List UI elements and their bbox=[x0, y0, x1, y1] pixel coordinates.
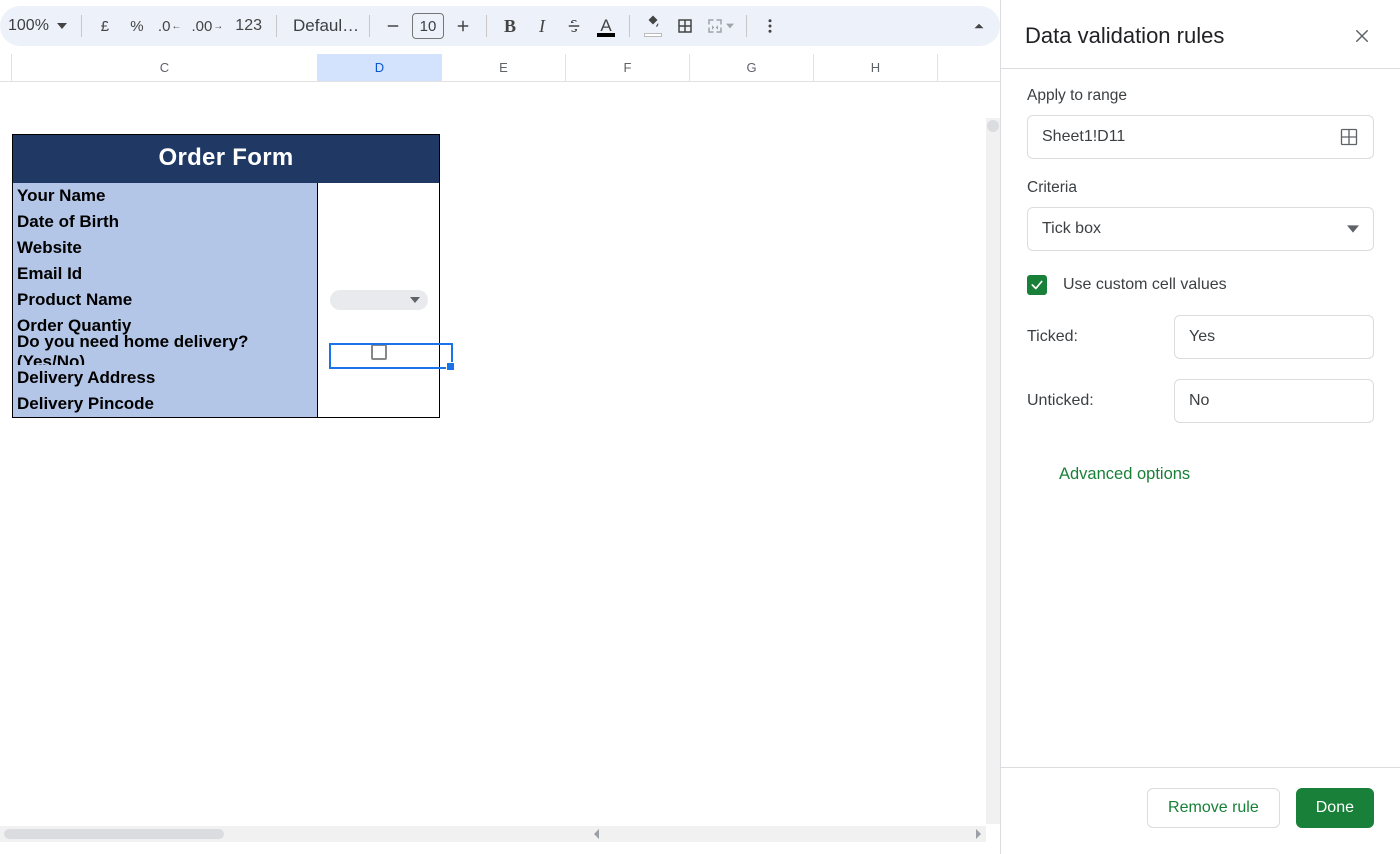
format-percent-button[interactable]: % bbox=[122, 11, 152, 41]
font-size-input[interactable]: 10 bbox=[412, 13, 444, 39]
zoom-dropdown[interactable]: 100% bbox=[0, 11, 73, 41]
form-title: Order Form bbox=[13, 135, 439, 183]
increase-font-size-button[interactable] bbox=[448, 11, 478, 41]
form-label: Do you need home delivery? (Yes/No) bbox=[13, 339, 317, 365]
bold-button[interactable]: B bbox=[495, 11, 525, 41]
form-label: Delivery Address bbox=[13, 365, 317, 391]
separator bbox=[81, 15, 82, 37]
font-name: Defaul… bbox=[293, 16, 359, 36]
more-formats-button[interactable]: 123 bbox=[229, 11, 268, 41]
text-color-button[interactable]: A bbox=[591, 11, 621, 41]
column-header-e[interactable]: E bbox=[442, 54, 566, 81]
form-value-cell[interactable] bbox=[317, 365, 439, 391]
toolbar: 100% £ % .0← .00→ 123 Defaul… 10 bbox=[0, 6, 1000, 46]
select-range-icon[interactable] bbox=[1339, 127, 1359, 147]
form-value-cell[interactable] bbox=[317, 391, 439, 417]
ticked-value-input[interactable]: Yes bbox=[1174, 315, 1374, 359]
form-label: Email Id bbox=[13, 261, 317, 287]
criteria-value: Tick box bbox=[1042, 220, 1101, 238]
scrollbar-thumb[interactable] bbox=[987, 120, 999, 132]
done-button[interactable]: Done bbox=[1296, 788, 1374, 828]
apply-to-range-label: Apply to range bbox=[1027, 87, 1374, 105]
product-dropdown-cell[interactable] bbox=[317, 287, 439, 313]
column-headers: C D E F G H bbox=[0, 54, 1000, 82]
dropdown-chip[interactable] bbox=[330, 290, 428, 310]
collapse-toolbar-button[interactable] bbox=[964, 11, 994, 41]
column-header-h[interactable]: H bbox=[814, 54, 938, 81]
form-label: Delivery Pincode bbox=[13, 391, 317, 417]
checkbox-unchecked-icon[interactable] bbox=[371, 344, 387, 360]
data-validation-sidebar: Data validation rules Apply to range She… bbox=[1000, 0, 1400, 854]
merge-cells-button[interactable] bbox=[702, 11, 738, 41]
format-currency-button[interactable]: £ bbox=[90, 11, 120, 41]
separator bbox=[629, 15, 630, 37]
borders-button[interactable] bbox=[670, 11, 700, 41]
more-toolbar-button[interactable] bbox=[755, 11, 785, 41]
form-label: Your Name bbox=[13, 183, 317, 209]
strikethrough-button[interactable] bbox=[559, 11, 589, 41]
form-value-cell[interactable] bbox=[317, 235, 439, 261]
decrease-font-size-button[interactable] bbox=[378, 11, 408, 41]
range-value: Sheet1!D11 bbox=[1042, 128, 1125, 146]
sidebar-title: Data validation rules bbox=[1025, 23, 1224, 49]
unticked-value-input[interactable]: No bbox=[1174, 379, 1374, 423]
row-header-spacer bbox=[0, 54, 12, 81]
column-header-c[interactable]: C bbox=[12, 54, 318, 81]
form-value-cell[interactable] bbox=[317, 183, 439, 209]
increase-decimal-button[interactable]: .00→ bbox=[187, 11, 227, 41]
form-label: Website bbox=[13, 235, 317, 261]
scrollbar-thumb[interactable] bbox=[4, 829, 224, 839]
unticked-label: Unticked: bbox=[1027, 392, 1094, 410]
scroll-left-icon[interactable] bbox=[589, 826, 605, 842]
separator bbox=[486, 15, 487, 37]
criteria-dropdown[interactable]: Tick box bbox=[1027, 207, 1374, 251]
home-delivery-checkbox-cell[interactable] bbox=[317, 339, 439, 365]
use-custom-values-checkbox[interactable] bbox=[1027, 275, 1047, 295]
ticked-label: Ticked: bbox=[1027, 328, 1078, 346]
column-header-g[interactable]: G bbox=[690, 54, 814, 81]
criteria-label: Criteria bbox=[1027, 179, 1374, 197]
advanced-options-link[interactable]: Advanced options bbox=[1059, 465, 1374, 484]
separator bbox=[276, 15, 277, 37]
remove-rule-button[interactable]: Remove rule bbox=[1147, 788, 1280, 828]
italic-button[interactable]: I bbox=[527, 11, 557, 41]
spreadsheet-area: 100% £ % .0← .00→ 123 Defaul… 10 bbox=[0, 0, 1000, 854]
column-header-f[interactable]: F bbox=[566, 54, 690, 81]
close-button[interactable] bbox=[1348, 22, 1376, 50]
separator bbox=[369, 15, 370, 37]
separator bbox=[746, 15, 747, 37]
form-value-cell[interactable] bbox=[317, 209, 439, 235]
horizontal-scrollbar[interactable] bbox=[0, 826, 986, 842]
form-value-cell[interactable] bbox=[317, 313, 439, 339]
order-form-table: Order Form Your Name Date of Birth Websi… bbox=[12, 134, 440, 418]
apply-to-range-input[interactable]: Sheet1!D11 bbox=[1027, 115, 1374, 159]
fill-color-button[interactable] bbox=[638, 11, 668, 41]
column-header-d[interactable]: D bbox=[318, 54, 442, 81]
spreadsheet-grid[interactable]: Order Form Your Name Date of Birth Websi… bbox=[0, 82, 1000, 842]
form-value-cell[interactable] bbox=[317, 261, 439, 287]
vertical-scrollbar[interactable] bbox=[986, 118, 1000, 824]
font-family-dropdown[interactable]: Defaul… bbox=[285, 11, 361, 41]
decrease-decimal-button[interactable]: .0← bbox=[154, 11, 186, 41]
form-label: Product Name bbox=[13, 287, 317, 313]
use-custom-values-label: Use custom cell values bbox=[1063, 276, 1227, 294]
scroll-right-icon[interactable] bbox=[970, 826, 986, 842]
form-label: Date of Birth bbox=[13, 209, 317, 235]
zoom-value: 100% bbox=[8, 17, 49, 35]
